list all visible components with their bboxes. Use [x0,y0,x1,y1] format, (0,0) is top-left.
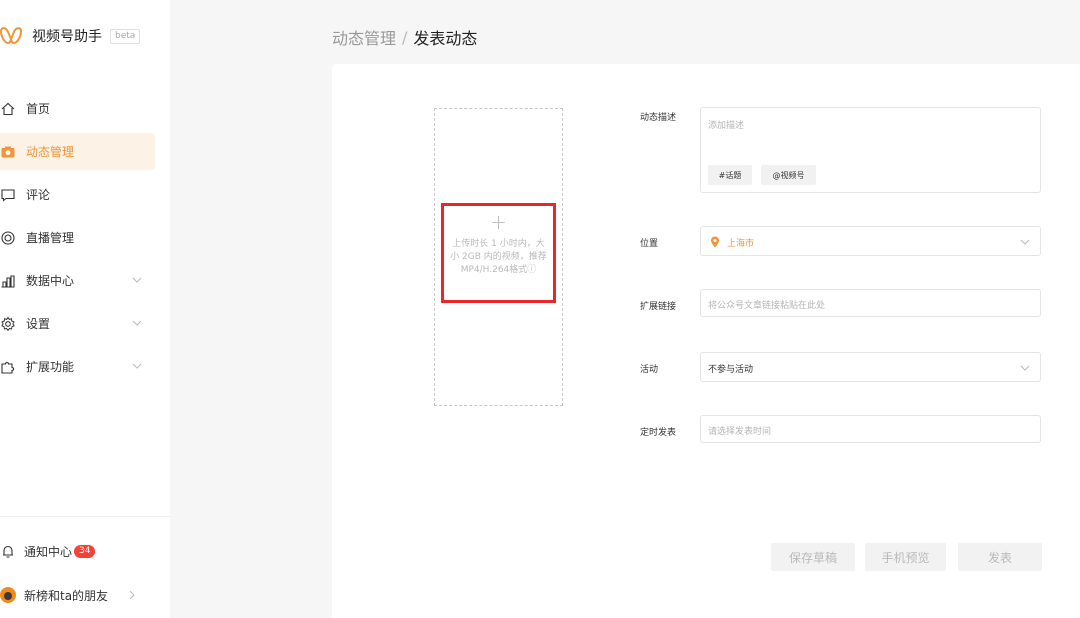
notification-label: 通知中心 [24,544,73,559]
bar-chart-icon [1,274,15,288]
sidebar-item-extensions[interactable]: 扩展功能 [0,348,170,385]
schedule-placeholder: 请选择发表时间 [708,427,772,437]
link-input[interactable]: 将公众号文章链接粘贴在此处 [700,289,1041,317]
description-textarea[interactable]: 添加描述 #话题 @视频号 [700,107,1041,193]
account-menu[interactable]: 新榜和ta的朋友 [0,583,170,607]
location-value: 上海市 [727,239,755,249]
link-placeholder: 将公众号文章链接粘贴在此处 [708,301,826,311]
brand-name: 视频号助手 [32,29,102,45]
chevron-down-icon [1020,365,1030,371]
account-name: 新榜和ta的朋友 [24,588,109,603]
breadcrumb: 动态管理 / 发表动态 [332,25,477,49]
beta-badge: beta [110,28,141,44]
chevron-down-icon [132,277,142,283]
bell-icon [3,545,13,558]
gear-icon [1,316,15,331]
sidebar-item-label: 扩展功能 [26,360,75,374]
home-icon [1,102,15,115]
sidebar-item-settings[interactable]: 设置 [0,305,170,342]
description-placeholder: 添加描述 [708,121,745,131]
chevron-down-icon [1020,239,1030,245]
publish-panel: + 上传时长 1 小时内，大小 2GB 内的视频，推荐MP4/H.264格式ⓘ … [332,64,1080,618]
publish-button[interactable]: 发表 [958,543,1042,571]
video-upload-area[interactable]: + 上传时长 1 小时内，大小 2GB 内的视频，推荐MP4/H.264格式ⓘ [434,108,563,406]
chevron-down-icon [132,363,142,369]
location-label: 位置 [640,239,659,249]
puzzle-icon [1,361,14,374]
sidebar-item-label: 数据中心 [26,274,75,288]
upload-hint-text: 上传时长 1 小时内，大小 2GB 内的视频，推荐MP4/H.264格式ⓘ [450,239,547,275]
sidebar-item-comments[interactable]: 评论 [0,176,170,213]
save-draft-button[interactable]: 保存草稿 [771,543,855,571]
topic-tag-button[interactable]: #话题 [708,165,752,185]
plus-icon: + [490,210,507,234]
breadcrumb-separator: / [402,27,408,47]
chevron-down-icon [132,320,142,326]
breadcrumb-parent[interactable]: 动态管理 [332,25,396,49]
notification-center[interactable]: 通知中心 34 [0,539,170,563]
sidebar: 视频号助手 beta 首页 动态管理 评论 直播管理 数据中心 设置 扩展功能 … [0,0,170,618]
sidebar-item-home[interactable]: 首页 [0,90,170,127]
location-select[interactable]: 上海市 [700,226,1041,256]
description-label: 动态描述 [640,113,677,123]
mention-tag-button[interactable]: @视频号 [761,165,816,185]
sidebar-nav: 首页 动态管理 评论 直播管理 数据中心 设置 扩展功能 [0,90,170,391]
comment-icon [1,188,15,202]
chevron-right-icon [129,590,135,600]
page-title: 发表动态 [413,29,478,48]
brand[interactable]: 视频号助手 beta [0,22,141,50]
phone-preview-button[interactable]: 手机预览 [865,543,946,571]
sidebar-item-posts[interactable]: 动态管理 [0,133,155,170]
notification-count-badge: 34 [74,544,96,558]
schedule-label: 定时发表 [640,428,677,438]
sidebar-item-label: 首页 [26,102,51,116]
sidebar-item-label: 设置 [26,317,51,331]
brand-logo-icon [0,27,23,45]
activity-select[interactable]: 不参与活动 [700,352,1041,382]
sidebar-divider [0,516,170,517]
live-icon [1,230,15,245]
activity-value: 不参与活动 [708,365,754,375]
sidebar-item-label: 直播管理 [26,231,75,245]
link-label: 扩展链接 [640,302,677,312]
sidebar-item-live[interactable]: 直播管理 [0,219,170,256]
upload-hint-highlight[interactable]: + 上传时长 1 小时内，大小 2GB 内的视频，推荐MP4/H.264格式ⓘ [441,203,556,303]
activity-label: 活动 [640,365,659,375]
sidebar-item-label: 动态管理 [26,145,75,159]
schedule-input[interactable]: 请选择发表时间 [700,415,1041,443]
sidebar-item-label: 评论 [26,188,51,202]
sidebar-item-data[interactable]: 数据中心 [0,262,170,299]
location-pin-icon [711,236,719,248]
camera-icon [1,146,15,157]
avatar [0,587,16,603]
